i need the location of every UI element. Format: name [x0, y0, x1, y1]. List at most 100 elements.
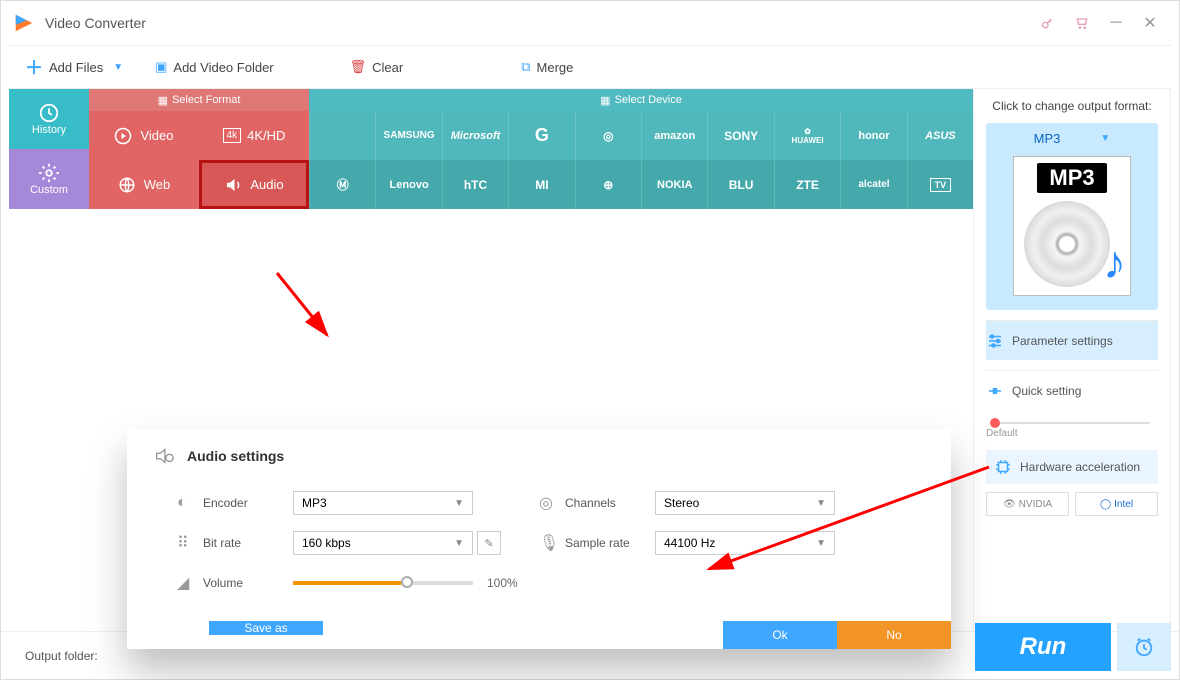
chevron-down-icon: ▼ — [454, 538, 464, 549]
trash-icon: 🗑 — [350, 59, 367, 75]
add-files-button[interactable]: ＋ Add Files — [9, 46, 119, 88]
parameter-settings-button[interactable]: Parameter settings — [986, 320, 1158, 360]
hw-accel-label: Hardware acceleration — [1020, 460, 1140, 474]
globe-icon — [118, 176, 136, 194]
clock-icon — [1133, 636, 1155, 658]
key-icon[interactable] — [1031, 6, 1065, 40]
schedule-button[interactable] — [1117, 623, 1171, 671]
volume-icon: ◢ — [177, 573, 195, 593]
channels-icon: ◎ — [539, 493, 557, 513]
select-format-header: ▦ Select Format — [89, 89, 309, 111]
hardware-acceleration-button[interactable]: Hardware acceleration — [986, 450, 1158, 484]
format-tab-4k-hd[interactable]: 4k 4K/HD — [199, 111, 309, 160]
samplerate-label: Sample rate — [565, 536, 655, 550]
minimize-button[interactable]: ─ — [1099, 6, 1133, 40]
no-button[interactable]: No — [837, 621, 951, 649]
quick-setting-button[interactable]: Quick setting — [986, 370, 1158, 410]
history-label: History — [32, 124, 66, 136]
bitrate-edit-button[interactable]: ✎ — [477, 531, 501, 555]
sliders-icon — [986, 332, 1004, 350]
bitrate-label: Bit rate — [203, 536, 293, 550]
add-files-dropdown-icon[interactable]: ▼ — [113, 62, 123, 73]
vendor-intel[interactable]: ◯ Intel — [1075, 492, 1158, 516]
sidebar-history-button[interactable]: History — [9, 89, 89, 149]
clear-label: Clear — [372, 60, 403, 75]
device-oneplus[interactable]: ⊕ — [575, 160, 641, 209]
sidebar-custom-button[interactable]: Custom — [9, 149, 89, 209]
device-lg[interactable]: ◎ — [575, 111, 641, 160]
app-logo-icon — [13, 12, 35, 34]
encoder-select[interactable]: MP3▼ — [293, 491, 473, 515]
cart-icon[interactable] — [1065, 6, 1099, 40]
volume-slider[interactable] — [293, 581, 473, 585]
device-asus[interactable]: ASUS — [907, 111, 973, 160]
run-button[interactable]: Run — [975, 623, 1111, 671]
click-change-label: Click to change output format: — [986, 99, 1158, 113]
folder-icon: ▣ — [155, 59, 167, 75]
device-samsung[interactable]: SAMSUNG — [375, 111, 441, 160]
device-nokia[interactable]: NOKIA — [641, 160, 707, 209]
volume-value: 100% — [487, 576, 518, 590]
chevron-down-icon: ▼ — [454, 498, 464, 509]
close-button[interactable]: ✕ — [1133, 6, 1167, 40]
speaker-icon — [224, 176, 242, 194]
device-huawei[interactable]: ✿HUAWEI — [774, 111, 840, 160]
output-format-selector[interactable]: MP3 ▼ MP3 ♪ — [986, 123, 1158, 310]
save-as-button[interactable]: Save as — [209, 621, 323, 635]
quick-setting-label: Quick setting — [1012, 384, 1081, 398]
add-files-label: Add Files — [49, 60, 103, 75]
encoder-icon: ◐ — [177, 494, 195, 512]
audio-settings-panel: Audio settings ◐ Encoder MP3▼ ◎ Channels… — [127, 429, 951, 649]
samplerate-select[interactable]: 44100 Hz▼ — [655, 531, 835, 555]
format-tab-video[interactable]: Video — [89, 111, 199, 160]
device-tv[interactable]: TV — [907, 160, 973, 209]
merge-icon: ⧉ — [521, 59, 530, 75]
samplerate-icon: 🎙 — [539, 533, 557, 553]
output-format-big-label: MP3 — [1037, 163, 1106, 193]
device-blu[interactable]: BLU — [707, 160, 773, 209]
device-zte[interactable]: ZTE — [774, 160, 840, 209]
device-microsoft[interactable]: Microsoft — [442, 111, 508, 160]
add-folder-label: Add Video Folder — [173, 60, 273, 75]
audio-settings-icon — [151, 445, 177, 467]
device-lenovo[interactable]: Lenovo — [375, 160, 441, 209]
quick-icon — [986, 382, 1004, 400]
device-amazon[interactable]: amazon — [641, 111, 707, 160]
channels-select[interactable]: Stereo▼ — [655, 491, 835, 515]
select-device-header: ▦ Select Device — [309, 89, 973, 111]
bitrate-select[interactable]: 160 kbps▼ — [293, 531, 473, 555]
device-row-2: Ⓜ Lenovo hTC MI ⊕ NOKIA BLU ZTE alcatel … — [309, 160, 973, 209]
device-sony[interactable]: SONY — [707, 111, 773, 160]
device-google[interactable]: G — [508, 111, 574, 160]
device-apple[interactable] — [309, 111, 375, 160]
gear-icon — [38, 162, 60, 184]
quality-default-label: Default — [986, 428, 1158, 439]
volume-label: Volume — [203, 576, 293, 590]
merge-button[interactable]: ⧉ Merge — [505, 46, 589, 88]
device-motorola[interactable]: Ⓜ — [309, 160, 375, 209]
clear-button[interactable]: 🗑 Clear — [334, 46, 420, 88]
plus-icon: ＋ — [25, 54, 43, 80]
app-title: Video Converter — [45, 15, 1031, 31]
format-tab-web[interactable]: Web — [89, 160, 199, 209]
4k-icon: 4k — [223, 128, 242, 143]
format-tab-audio[interactable]: Audio — [199, 160, 309, 209]
play-icon — [114, 127, 132, 145]
encoder-label: Encoder — [203, 496, 293, 510]
parameter-settings-label: Parameter settings — [1012, 334, 1113, 348]
add-video-folder-button[interactable]: ▣ Add Video Folder — [139, 46, 290, 88]
vendor-nvidia[interactable]: 👁 NVIDIA — [986, 492, 1069, 516]
device-htc[interactable]: hTC — [442, 160, 508, 209]
chevron-down-icon: ▼ — [1100, 133, 1110, 144]
chevron-down-icon: ▼ — [816, 498, 826, 509]
main-toolbar: ＋ Add Files ▼ ▣ Add Video Folder 🗑 Clear… — [9, 45, 1171, 89]
output-format-card: MP3 ♪ — [1013, 156, 1131, 296]
title-bar: Video Converter ─ ✕ — [1, 1, 1179, 45]
device-xiaomi[interactable]: MI — [508, 160, 574, 209]
format-grid — [9, 209, 973, 237]
device-honor[interactable]: honor — [840, 111, 906, 160]
chevron-down-icon: ▼ — [816, 538, 826, 549]
device-alcatel[interactable]: alcatel — [840, 160, 906, 209]
ok-button[interactable]: Ok — [723, 621, 837, 649]
quality-slider[interactable] — [990, 422, 1150, 424]
